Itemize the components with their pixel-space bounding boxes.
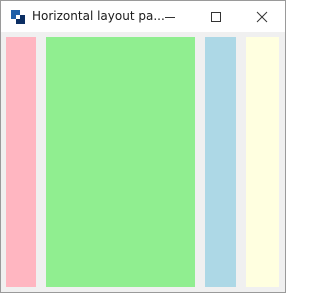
- close-icon: [256, 11, 268, 22]
- title-bar[interactable]: Horizontal layout pa...: [1, 1, 285, 32]
- panel-lightyellow: [246, 37, 279, 287]
- panel-pink: [6, 37, 36, 287]
- window-title: Horizontal layout pa...: [32, 9, 165, 23]
- close-button[interactable]: [239, 1, 285, 32]
- minimize-button[interactable]: [147, 1, 193, 32]
- panel-lightblue: [205, 37, 236, 287]
- maximize-button[interactable]: [193, 1, 239, 32]
- panel-lightgreen: [46, 37, 195, 287]
- minimize-icon: [165, 16, 175, 18]
- maximize-icon: [211, 11, 221, 22]
- app-icon: [11, 10, 25, 24]
- client-area: [1, 32, 285, 292]
- app-window: Horizontal layout pa...: [0, 0, 286, 293]
